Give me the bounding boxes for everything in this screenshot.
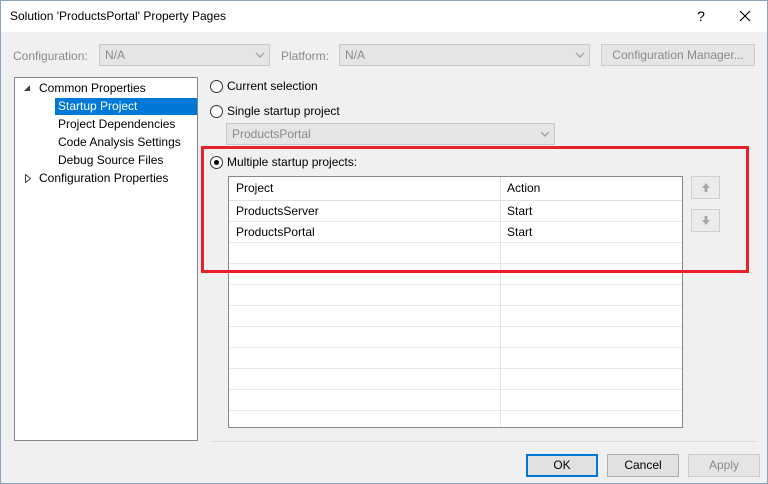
single-startup-radio[interactable] xyxy=(210,105,223,118)
cancel-button[interactable]: Cancel xyxy=(607,454,679,477)
row-divider xyxy=(229,284,682,285)
row-divider xyxy=(229,410,682,411)
current-selection-option[interactable]: Current selection xyxy=(210,79,410,95)
ok-button[interactable]: OK xyxy=(526,454,598,477)
multiple-startup-option[interactable]: Multiple startup projects: xyxy=(210,155,430,171)
table-row-project[interactable]: ProductsPortal xyxy=(229,222,498,242)
single-startup-label: Single startup project xyxy=(227,104,340,118)
platform-label: Platform: xyxy=(281,49,330,63)
column-header-action[interactable]: Action xyxy=(500,178,677,198)
single-startup-option[interactable]: Single startup project xyxy=(210,104,410,120)
title-bar: Solution 'ProductsPortal' Property Pages… xyxy=(1,1,767,32)
radio-selected-dot xyxy=(214,160,219,165)
startup-projects-grid: Project Action ProductsServer Start Prod… xyxy=(228,176,683,428)
table-row-project[interactable]: ProductsServer xyxy=(229,201,498,221)
configuration-value: N/A xyxy=(105,48,126,62)
tree-item-project-dependencies[interactable]: Project Dependencies xyxy=(55,116,197,133)
tree-item-debug-source-files[interactable]: Debug Source Files xyxy=(55,152,197,169)
table-row-action[interactable]: Start xyxy=(500,201,681,221)
tree-item-label: Startup Project xyxy=(58,99,138,113)
multiple-startup-label: Multiple startup projects: xyxy=(227,155,358,169)
multiple-startup-radio[interactable] xyxy=(210,156,223,169)
tree-item-label: Configuration Properties xyxy=(39,171,169,185)
chevron-down-icon xyxy=(575,52,585,58)
tree-item-code-analysis-settings[interactable]: Code Analysis Settings xyxy=(55,134,197,151)
platform-combo[interactable]: N/A xyxy=(339,44,590,66)
current-selection-radio[interactable] xyxy=(210,80,223,93)
property-pages-dialog: Solution 'ProductsPortal' Property Pages… xyxy=(0,0,768,484)
tree-item-label: Project Dependencies xyxy=(58,117,176,131)
single-startup-value: ProductsPortal xyxy=(232,127,311,141)
row-divider xyxy=(229,242,682,243)
row-divider xyxy=(229,389,682,390)
single-startup-combo[interactable]: ProductsPortal xyxy=(226,123,555,145)
current-selection-label: Current selection xyxy=(227,79,318,93)
arrow-down-icon xyxy=(702,216,710,225)
configuration-combo[interactable]: N/A xyxy=(99,44,270,66)
move-down-button[interactable] xyxy=(691,209,720,232)
tree-item-startup-project[interactable]: Startup Project xyxy=(55,98,197,115)
footer-separator xyxy=(211,441,757,442)
configuration-label: Configuration: xyxy=(13,49,88,63)
property-tree: Common Properties Startup Project Projec… xyxy=(14,77,198,441)
tree-item-label: Common Properties xyxy=(39,81,146,95)
collapsed-triangle-icon xyxy=(25,174,32,183)
expanded-triangle-icon xyxy=(24,85,30,91)
row-divider xyxy=(229,326,682,327)
row-divider xyxy=(229,347,682,348)
table-row-action[interactable]: Start xyxy=(500,222,681,242)
arrow-up-icon xyxy=(702,183,710,192)
tree-item-configuration-properties[interactable]: Configuration Properties xyxy=(15,170,197,187)
apply-button[interactable]: Apply xyxy=(688,454,760,477)
tree-item-label: Debug Source Files xyxy=(58,153,164,167)
platform-value: N/A xyxy=(345,48,366,62)
row-divider xyxy=(229,368,682,369)
close-button[interactable] xyxy=(731,5,759,27)
grid-header: Project Action xyxy=(229,177,682,201)
row-divider xyxy=(229,305,682,306)
window-title: Solution 'ProductsPortal' Property Pages xyxy=(10,9,227,23)
tree-item-common-properties[interactable]: Common Properties xyxy=(15,80,197,97)
configuration-manager-button[interactable]: Configuration Manager... xyxy=(601,44,755,66)
tree-item-label: Code Analysis Settings xyxy=(58,135,181,149)
help-button[interactable]: ? xyxy=(689,5,713,27)
move-up-button[interactable] xyxy=(691,176,720,199)
chevron-down-icon xyxy=(255,52,265,58)
row-divider xyxy=(229,263,682,264)
close-icon xyxy=(739,10,751,22)
chevron-down-icon xyxy=(540,131,550,137)
column-header-project[interactable]: Project xyxy=(229,178,496,198)
